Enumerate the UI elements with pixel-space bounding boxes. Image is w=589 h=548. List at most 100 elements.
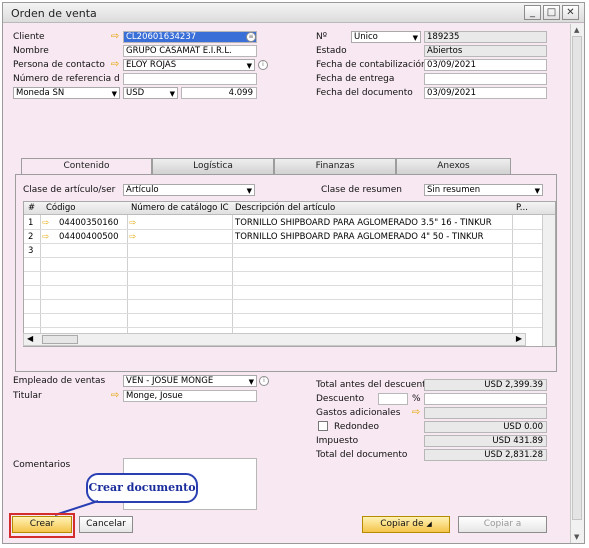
estado-label: Estado xyxy=(316,46,347,56)
chevron-down-icon: ▼ xyxy=(111,90,117,98)
info-icon[interactable]: i xyxy=(258,60,268,70)
total-doc-label: Total del documento xyxy=(316,450,408,460)
col-header[interactable]: # xyxy=(28,203,35,213)
gastos-field xyxy=(424,407,547,419)
tab-finanzas[interactable]: Finanzas xyxy=(274,158,396,174)
info-icon[interactable]: i xyxy=(259,376,269,386)
tab-logistica[interactable]: Logística xyxy=(152,158,274,174)
copiar-a-button: Copiar a xyxy=(458,516,547,533)
link-arrow-icon[interactable]: ⇨ xyxy=(129,232,136,242)
fecha-doc-field[interactable]: 03/09/2021 xyxy=(424,87,547,99)
table-horizontal-scrollbar[interactable]: ◀ ▶ xyxy=(23,333,526,346)
minimize-button[interactable]: _ xyxy=(524,5,541,20)
table-vertical-scrollbar[interactable] xyxy=(542,215,555,346)
chevron-down-icon: ▼ xyxy=(246,62,252,70)
row-number: 2 xyxy=(28,232,34,242)
empleado-select[interactable]: VEN - JOSUE MONGE ▼ xyxy=(123,375,257,387)
fecha-doc-label: Fecha del documento xyxy=(316,88,413,98)
clase-select[interactable]: Artículo ▼ xyxy=(123,184,255,196)
impuesto-field: USD 431.89 xyxy=(424,435,547,447)
redondeo-field: USD 0.00 xyxy=(424,421,547,433)
link-arrow-icon[interactable]: ⇨ xyxy=(129,218,136,228)
table-row[interactable]: 2 ⇨ 04400400500 ⇨ TORNILLO SHIPBOARD PAR… xyxy=(24,230,543,244)
nombre-label: Nombre xyxy=(13,46,49,56)
link-arrow-icon[interactable]: ⇨ xyxy=(410,408,422,418)
scroll-right-icon[interactable]: ▶ xyxy=(516,334,522,343)
item-code[interactable]: 04400350160 xyxy=(59,218,119,228)
link-arrow-icon[interactable]: ⇨ xyxy=(109,391,121,401)
col-header[interactable]: P... xyxy=(516,203,528,213)
contacto-value: ELOY ROJAS xyxy=(126,60,177,70)
fecha-entrega-label: Fecha de entrega xyxy=(316,74,395,84)
gastos-label: Gastos adicionales xyxy=(316,408,401,418)
link-arrow-icon[interactable]: ⇨ xyxy=(42,232,49,242)
cancelar-button[interactable]: Cancelar xyxy=(79,516,133,533)
chevron-down-icon: ◢ xyxy=(426,520,432,528)
item-description[interactable]: TORNILLO SHIPBOARD PARA AGLOMERADO 4" 50… xyxy=(235,232,484,242)
referencia-label: Número de referencia d xyxy=(13,74,120,84)
descuento-label: Descuento xyxy=(316,394,365,404)
window-title: Orden de venta xyxy=(11,7,97,20)
moneda-sn-value: Moneda SN xyxy=(16,88,65,98)
serie-select[interactable]: Unico ▼ xyxy=(351,31,421,43)
maximize-button[interactable]: □ xyxy=(543,5,560,20)
link-arrow-icon[interactable]: ⇨ xyxy=(42,218,49,228)
descuento-pct-field[interactable] xyxy=(378,393,408,405)
chevron-down-icon: ▼ xyxy=(248,378,254,386)
cliente-field[interactable]: CL20601634237 xyxy=(123,31,257,43)
scroll-down-icon[interactable]: ▼ xyxy=(574,533,579,541)
tab-anexos[interactable]: Anexos xyxy=(396,158,511,174)
copiar-de-button[interactable]: Copiar de ◢ xyxy=(362,516,450,533)
referencia-field[interactable] xyxy=(123,73,257,85)
chevron-down-icon: ▼ xyxy=(412,34,418,42)
redondeo-checkbox[interactable] xyxy=(318,421,328,431)
resumen-label: Clase de resumen xyxy=(321,185,402,195)
fecha-contab-label: Fecha de contabilización xyxy=(316,60,427,70)
scroll-thumb[interactable] xyxy=(42,335,78,344)
moneda-sn-select[interactable]: Moneda SN ▼ xyxy=(13,87,120,99)
clase-value: Artículo xyxy=(126,185,159,195)
cfl-icon[interactable]: ≡ xyxy=(246,32,256,42)
col-header[interactable]: Descripción del artículo xyxy=(235,203,335,213)
tipo-cambio-field[interactable]: 4.099 xyxy=(181,87,257,99)
scroll-thumb[interactable] xyxy=(572,36,582,520)
scroll-up-icon[interactable]: ▲ xyxy=(574,26,579,34)
title-bar: Orden de venta _ □ ✕ xyxy=(3,3,584,23)
nombre-field[interactable]: GRUPO CASAMAT E.I.R.L. xyxy=(123,45,257,57)
scroll-left-icon[interactable]: ◀ xyxy=(27,334,33,343)
descuento-field[interactable] xyxy=(424,393,547,405)
table-row[interactable]: 1 ⇨ 04400350160 ⇨ TORNILLO SHIPBOARD PAR… xyxy=(24,216,543,230)
contacto-label: Persona de contacto xyxy=(13,60,105,70)
table-row[interactable] xyxy=(24,314,543,328)
numero-field: 189235 xyxy=(424,31,547,43)
window-vertical-scrollbar[interactable]: ▲ ▼ xyxy=(570,24,584,543)
chevron-down-icon: ▼ xyxy=(246,187,252,195)
fecha-contab-field[interactable]: 03/09/2021 xyxy=(424,59,547,71)
link-arrow-icon[interactable]: ⇨ xyxy=(109,60,121,70)
total-antes-label: Total antes del descuento xyxy=(316,380,432,390)
chevron-down-icon: ▼ xyxy=(169,90,175,98)
moneda-value: USD xyxy=(126,88,145,98)
total-doc-field: USD 2,831.28 xyxy=(424,449,547,461)
table-row[interactable] xyxy=(24,272,543,286)
col-header[interactable]: Código xyxy=(46,203,76,213)
cliente-label: Cliente xyxy=(13,32,45,42)
item-code[interactable]: 04400400500 xyxy=(59,232,119,242)
table-row[interactable] xyxy=(24,258,543,272)
titular-label: Titular xyxy=(13,391,42,401)
tab-contenido[interactable]: Contenido xyxy=(21,158,152,175)
col-header[interactable]: Número de catálogo IC xyxy=(131,203,229,213)
row-number: 1 xyxy=(28,218,34,228)
crear-button[interactable]: Crear xyxy=(12,516,72,533)
close-button[interactable]: ✕ xyxy=(562,5,579,20)
table-row[interactable] xyxy=(24,300,543,314)
moneda-select[interactable]: USD ▼ xyxy=(123,87,178,99)
table-row[interactable] xyxy=(24,286,543,300)
table-row[interactable]: 3 xyxy=(24,244,543,258)
resumen-select[interactable]: Sin resumen ▼ xyxy=(424,184,543,196)
item-description[interactable]: TORNILLO SHIPBOARD PARA AGLOMERADO 3.5" … xyxy=(235,218,492,228)
link-arrow-icon[interactable]: ⇨ xyxy=(109,32,121,42)
contacto-select[interactable]: ELOY ROJAS ▼ xyxy=(123,59,255,71)
fecha-entrega-field[interactable] xyxy=(424,73,547,85)
titular-field[interactable]: Monge, Josue xyxy=(123,390,257,402)
